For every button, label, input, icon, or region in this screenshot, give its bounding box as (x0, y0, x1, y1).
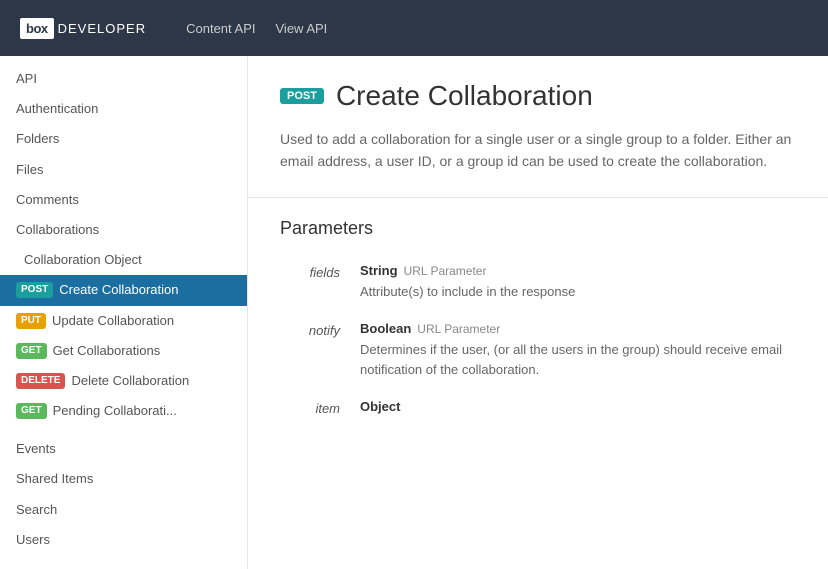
logo: box DEVELOPER (20, 18, 146, 39)
page-title-row: POST Create Collaboration (280, 80, 796, 112)
content-area: POST Create Collaboration Used to add a … (248, 56, 828, 569)
param-name-fields: fields (280, 263, 360, 302)
sidebar-item-comments[interactable]: Comments (0, 185, 247, 215)
main-layout: API Authentication Folders Files Comment… (0, 56, 828, 569)
param-desc-fields: Attribute(s) to include in the response (360, 282, 796, 302)
sidebar-label-create-collaboration: Create Collaboration (59, 281, 178, 299)
header-nav: Content API View API (186, 21, 327, 36)
sidebar-item-shared-items[interactable]: Shared Items (0, 464, 247, 494)
sidebar-label-pending-collaborations: Pending Collaborati... (53, 402, 177, 420)
param-details-item: Object (360, 399, 796, 418)
param-details-notify: Boolean URL Parameter Determines if the … (360, 321, 796, 379)
sidebar-item-events[interactable]: Events (0, 434, 247, 464)
sidebar-item-create-collaboration[interactable]: POST Create Collaboration (0, 275, 247, 305)
sidebar-item-collaborations[interactable]: Collaborations (0, 215, 247, 245)
param-row-notify: notify Boolean URL Parameter Determines … (280, 321, 796, 379)
sidebar-item-users[interactable]: Users (0, 525, 247, 555)
sidebar: API Authentication Folders Files Comment… (0, 56, 248, 569)
param-row-item: item Object (280, 399, 796, 418)
param-type-kind-fields: URL Parameter (404, 264, 487, 278)
sidebar-item-search[interactable]: Search (0, 495, 247, 525)
param-desc-notify: Determines if the user, (or all the user… (360, 340, 796, 379)
logo-dev-text: DEVELOPER (58, 21, 146, 36)
title-section: POST Create Collaboration Used to add a … (248, 56, 828, 198)
page-description: Used to add a collaboration for a single… (280, 128, 796, 173)
sidebar-item-authentication[interactable]: Authentication (0, 94, 247, 124)
param-details-fields: String URL Parameter Attribute(s) to inc… (360, 263, 796, 302)
sidebar-item-update-collaboration[interactable]: PUT Update Collaboration (0, 306, 247, 336)
param-name-item: item (280, 399, 360, 418)
param-name-notify: notify (280, 321, 360, 379)
param-type-name-item: Object (360, 399, 400, 414)
sidebar-item-pending-collaborations[interactable]: GET Pending Collaborati... (0, 396, 247, 426)
sidebar-item-files[interactable]: Files (0, 155, 247, 185)
sidebar-item-folders[interactable]: Folders (0, 124, 247, 154)
badge-get-get: GET (16, 343, 47, 359)
badge-get-pending: GET (16, 403, 47, 419)
sidebar-item-delete-collaboration[interactable]: DELETE Delete Collaboration (0, 366, 247, 396)
parameters-section: Parameters fields String URL Parameter A… (248, 198, 828, 459)
sidebar-item-collaboration-object[interactable]: Collaboration Object (0, 245, 247, 275)
sidebar-label-update-collaboration: Update Collaboration (52, 312, 174, 330)
nav-content-api[interactable]: Content API (186, 21, 255, 36)
sidebar-label-delete-collaboration: Delete Collaboration (71, 372, 189, 390)
logo-box-text: box (20, 18, 54, 39)
page-title: Create Collaboration (336, 80, 593, 112)
badge-put-update: PUT (16, 313, 46, 329)
param-type-name-fields: String (360, 263, 398, 278)
page-badge-post: POST (280, 88, 324, 104)
param-row-fields: fields String URL Parameter Attribute(s)… (280, 263, 796, 302)
nav-view-api[interactable]: View API (276, 21, 328, 36)
badge-delete-delete: DELETE (16, 373, 65, 389)
param-type-name-notify: Boolean (360, 321, 411, 336)
sidebar-item-api[interactable]: API (0, 64, 247, 94)
sidebar-item-get-collaborations[interactable]: GET Get Collaborations (0, 336, 247, 366)
param-type-kind-notify: URL Parameter (417, 322, 500, 336)
badge-post-create: POST (16, 282, 53, 298)
param-type-row-notify: Boolean URL Parameter (360, 321, 796, 336)
param-type-row-fields: String URL Parameter (360, 263, 796, 278)
header: box DEVELOPER Content API View API (0, 0, 828, 56)
sidebar-label-get-collaborations: Get Collaborations (53, 342, 161, 360)
param-type-row-item: Object (360, 399, 796, 414)
parameters-title: Parameters (280, 218, 796, 247)
